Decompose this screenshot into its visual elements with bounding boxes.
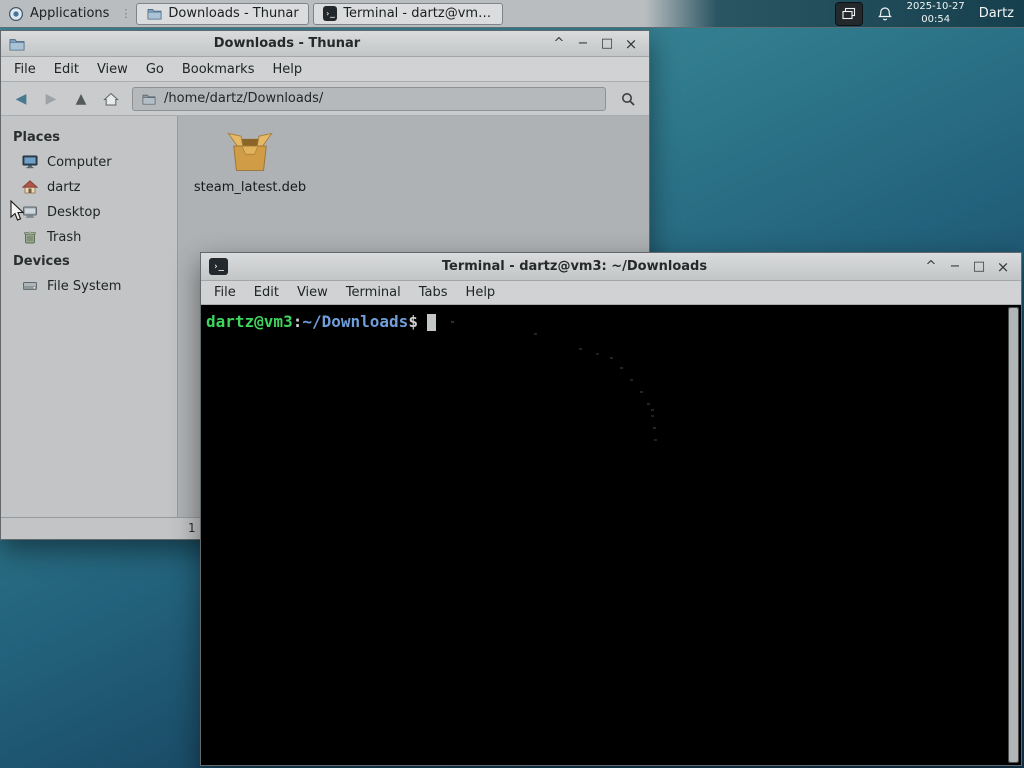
taskbar-button-terminal[interactable]: ›_ Terminal - dartz@vm3: ... [312, 2, 503, 25]
drive-icon [22, 279, 38, 294]
scrollbar-thumb[interactable] [1009, 308, 1018, 762]
forward-button[interactable]: ▶ [37, 86, 65, 112]
terminal-cursor [426, 314, 436, 331]
mouse-cursor [10, 199, 26, 226]
clock[interactable]: 2025-10-27 00:54 [907, 1, 965, 26]
menu-view[interactable]: View [288, 281, 337, 304]
terminal-icon: ›_ [322, 6, 338, 21]
home-folder-icon [22, 180, 38, 195]
maximize-button[interactable]: □ [969, 257, 989, 277]
menu-file[interactable]: File [205, 281, 245, 304]
prompt-separator: : [292, 312, 303, 331]
computer-icon [22, 155, 38, 170]
thunar-window-controls: ^ − □ × [549, 34, 641, 54]
devices-header: Devices [13, 254, 70, 269]
thunar-window-icon [9, 36, 25, 52]
close-button[interactable]: × [621, 34, 641, 54]
sidebar-item-label: File System [47, 279, 122, 294]
thunar-titlebar[interactable]: Downloads - Thunar ^ − □ × [1, 31, 649, 57]
panel-separator: ⋮ [120, 7, 132, 20]
sidebar-item-desktop[interactable]: Desktop [1, 200, 177, 225]
taskbar-button-thunar[interactable]: Downloads - Thunar [136, 2, 309, 25]
menu-file[interactable]: File [5, 58, 45, 81]
menu-terminal[interactable]: Terminal [337, 281, 410, 304]
maximize-button[interactable]: □ [597, 34, 617, 54]
prompt-symbol: $ [408, 312, 418, 331]
terminal-screen[interactable]: dartz@vm3:~/Downloads$ [201, 305, 1021, 765]
sidebar-item-label: Computer [47, 155, 112, 170]
render-artifacts [534, 333, 537, 335]
file-item-steam-deb[interactable]: steam_latest.deb [184, 128, 316, 195]
clock-time: 00:54 [921, 13, 951, 25]
terminal-window-controls: ^ − □ × [921, 257, 1013, 277]
menu-go[interactable]: Go [137, 58, 173, 81]
menu-help[interactable]: Help [457, 281, 505, 304]
taskbar-button-label: Downloads - Thunar [168, 6, 299, 21]
folder-icon [141, 91, 157, 107]
applications-menu-button[interactable]: Applications [0, 0, 117, 27]
panel-left-section: Applications ⋮ Downloads - Thunar ›_ Ter… [0, 0, 505, 27]
sidebar-item-filesystem[interactable]: File System [1, 274, 177, 299]
clock-date: 2025-10-27 [906, 1, 965, 12]
menu-view[interactable]: View [88, 58, 137, 81]
applications-menu-label: Applications [30, 6, 110, 21]
sidebar-item-trash[interactable]: Trash [1, 225, 177, 250]
tray-display-icon[interactable] [834, 1, 863, 26]
path-bar[interactable]: /home/dartz/Downloads/ [132, 86, 606, 111]
sidebar-item-computer[interactable]: Computer [1, 150, 177, 175]
home-icon [103, 92, 119, 105]
shade-button[interactable]: ^ [549, 34, 569, 54]
thunar-toolbar: ◀ ▶ ▲ /home/dartz/Downloads/ [1, 82, 649, 116]
terminal-window-title: Terminal - dartz@vm3: ~/Downloads [441, 259, 708, 274]
shell-prompt: dartz@vm3:~/Downloads$ [206, 312, 436, 331]
up-button[interactable]: ▲ [67, 86, 95, 112]
trash-icon [22, 230, 38, 245]
taskbar-button-label: Terminal - dartz@vm3: ... [343, 6, 493, 21]
sidebar-item-home[interactable]: dartz [1, 175, 177, 200]
terminal-menubar: File Edit View Terminal Tabs Help [201, 281, 1021, 305]
menu-bookmarks[interactable]: Bookmarks [173, 58, 264, 81]
thunar-menubar: File Edit View Go Bookmarks Help [1, 57, 649, 82]
terminal-window: ›_ Terminal - dartz@vm3: ~/Downloads ^ −… [200, 252, 1022, 766]
file-manager-icon [146, 6, 162, 22]
terminal-window-icon: ›_ [209, 258, 228, 275]
user-label: Dartz [978, 6, 1014, 21]
terminal-titlebar[interactable]: ›_ Terminal - dartz@vm3: ~/Downloads ^ −… [201, 253, 1021, 281]
thunar-sidebar: Places Computer dartz Desktop Trash Devi… [1, 116, 178, 517]
notification-bell-icon[interactable] [877, 6, 893, 22]
desktop: Applications ⋮ Downloads - Thunar ›_ Ter… [0, 0, 1024, 768]
search-icon [622, 92, 635, 106]
thunar-window-title: Downloads - Thunar [213, 36, 361, 51]
file-name: steam_latest.deb [193, 180, 307, 195]
sidebar-item-label: Trash [47, 230, 82, 245]
menu-edit[interactable]: Edit [45, 58, 88, 81]
minimize-button[interactable]: − [945, 257, 965, 277]
prompt-path: ~/Downloads [302, 312, 409, 331]
top-panel: Applications ⋮ Downloads - Thunar ›_ Ter… [0, 0, 1024, 28]
back-button[interactable]: ◀ [7, 86, 35, 112]
prompt-user-host: dartz@vm3 [206, 312, 293, 331]
path-text: /home/dartz/Downloads/ [164, 91, 324, 106]
sidebar-item-label: Desktop [47, 205, 101, 220]
applications-menu-icon [8, 6, 24, 22]
home-button[interactable] [97, 86, 125, 112]
sidebar-item-label: dartz [47, 180, 81, 195]
shade-button[interactable]: ^ [921, 257, 941, 277]
search-button[interactable] [613, 86, 643, 112]
close-button[interactable]: × [993, 257, 1013, 277]
menu-edit[interactable]: Edit [245, 281, 288, 304]
menu-tabs[interactable]: Tabs [410, 281, 457, 304]
panel-right-section: 2025-10-27 00:54 Dartz [834, 0, 1024, 27]
terminal-scrollbar[interactable] [1008, 307, 1019, 763]
minimize-button[interactable]: − [573, 34, 593, 54]
places-header: Places [13, 130, 61, 145]
menu-help[interactable]: Help [263, 58, 311, 81]
deb-package-icon [227, 132, 273, 171]
